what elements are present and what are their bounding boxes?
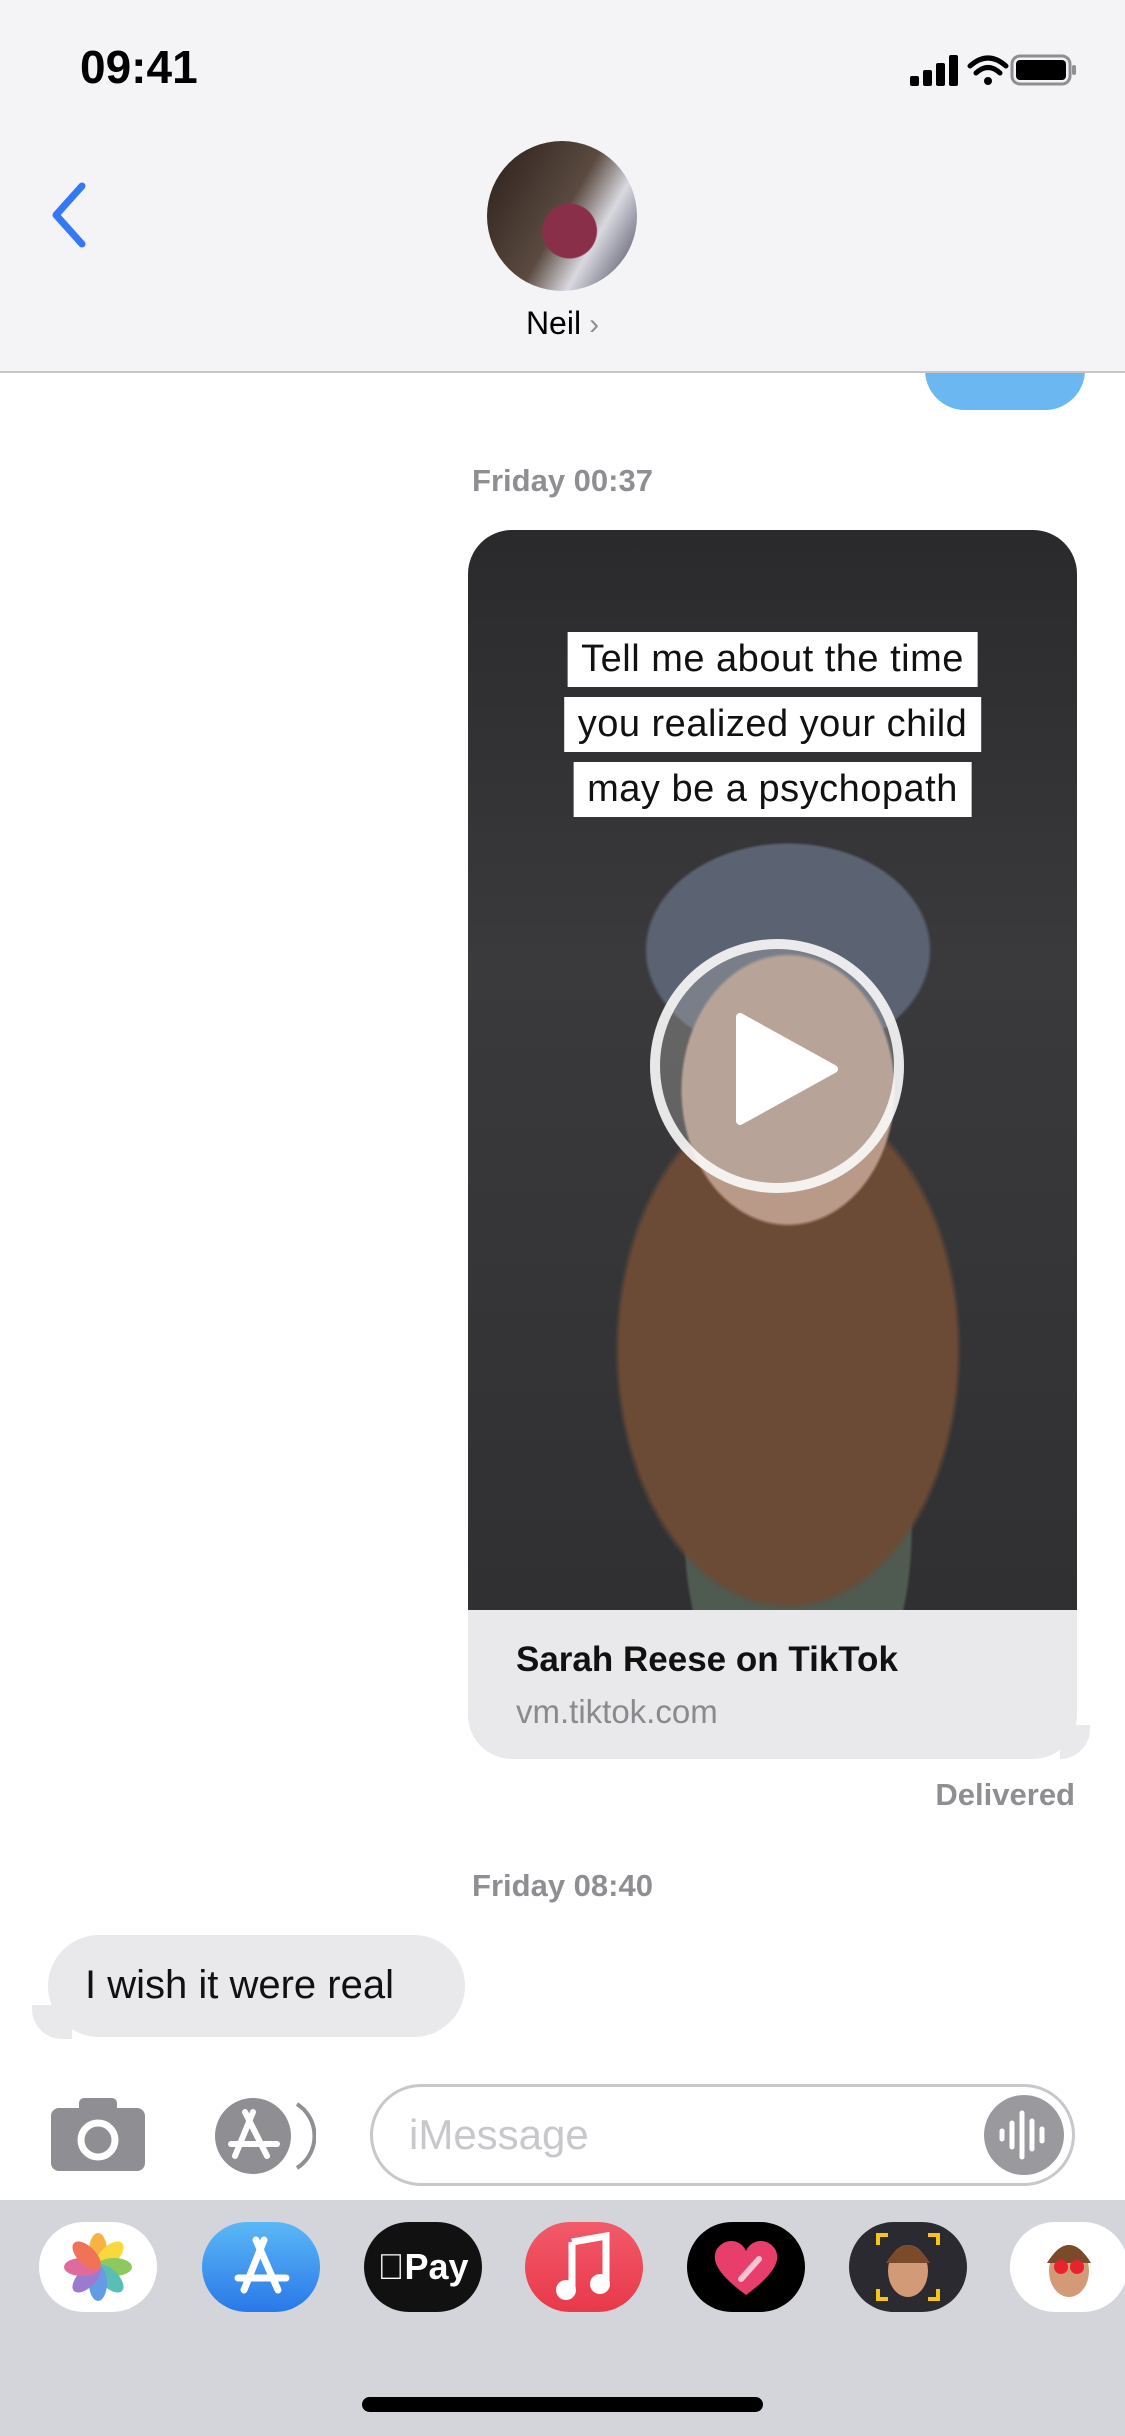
contact-name: Neil — [525, 305, 582, 341]
link-domain: vm.tiktok.com — [516, 1693, 718, 1730]
memoji-icon — [876, 2233, 940, 2301]
home-indicator[interactable] — [362, 2397, 763, 2412]
music-note-icon — [556, 2232, 610, 2300]
apple-pay-app-icon[interactable]: Pay — [364, 2222, 482, 2312]
camera-icon — [51, 2098, 145, 2171]
video-thumbnail[interactable]: Tell me about the time you realized your… — [468, 530, 1077, 1610]
avatar[interactable] — [487, 141, 637, 291]
timestamp: Friday 00:37 — [472, 463, 653, 498]
back-button[interactable] — [48, 180, 88, 255]
photos-icon — [64, 2233, 132, 2301]
music-app-icon[interactable] — [525, 2222, 643, 2312]
app-store-icon — [234, 2236, 290, 2294]
caption-line: Tell me about the time — [567, 632, 978, 687]
status-icons — [910, 54, 1076, 86]
conversation-header: 09:41 Neil › — [0, 0, 1125, 373]
heart-icon — [714, 2240, 778, 2295]
battery-icon — [1010, 54, 1076, 86]
play-icon — [736, 1013, 838, 1125]
delivery-status: Delivered — [935, 1777, 1075, 1812]
link-preview-card[interactable]: Tell me about the time you realized your… — [468, 530, 1077, 1759]
link-title: Sarah Reese on TikTok — [516, 1640, 898, 1679]
digital-touch-app-icon[interactable] — [687, 2222, 805, 2312]
audio-message-button[interactable] — [984, 2095, 1064, 2175]
message-input[interactable] — [409, 2111, 969, 2159]
photos-app-icon[interactable] — [39, 2222, 157, 2312]
app-store-icon — [215, 2098, 317, 2174]
status-time: 09:41 — [80, 41, 198, 93]
camera-button[interactable] — [51, 2098, 145, 2176]
received-message-bubble[interactable]: I wish it were real — [48, 1935, 465, 2037]
apple-pay-icon: Pay — [377, 2246, 468, 2287]
caption-line: you realized your child — [563, 697, 982, 752]
memoji-app-icon[interactable] — [849, 2222, 967, 2312]
caption-line: may be a psychopath — [573, 762, 972, 817]
waveform-icon — [999, 2110, 1045, 2160]
bubble-tail — [1060, 1725, 1090, 1759]
app-store-app-icon[interactable] — [202, 2222, 320, 2312]
message-input-field[interactable] — [370, 2084, 1075, 2186]
contact-name-button[interactable]: Neil › — [0, 305, 1125, 342]
memoji-stickers-app-icon[interactable] — [1010, 2222, 1125, 2312]
timestamp: Friday 08:40 — [472, 1868, 653, 1903]
memoji-stickers-icon — [1047, 2245, 1091, 2297]
play-button[interactable] — [650, 939, 904, 1193]
cellular-signal-icon — [910, 55, 958, 86]
chevron-left-icon — [52, 182, 86, 248]
app-store-button[interactable] — [211, 2098, 317, 2179]
wifi-icon — [967, 55, 1009, 85]
chevron-right-icon: › — [589, 308, 600, 341]
